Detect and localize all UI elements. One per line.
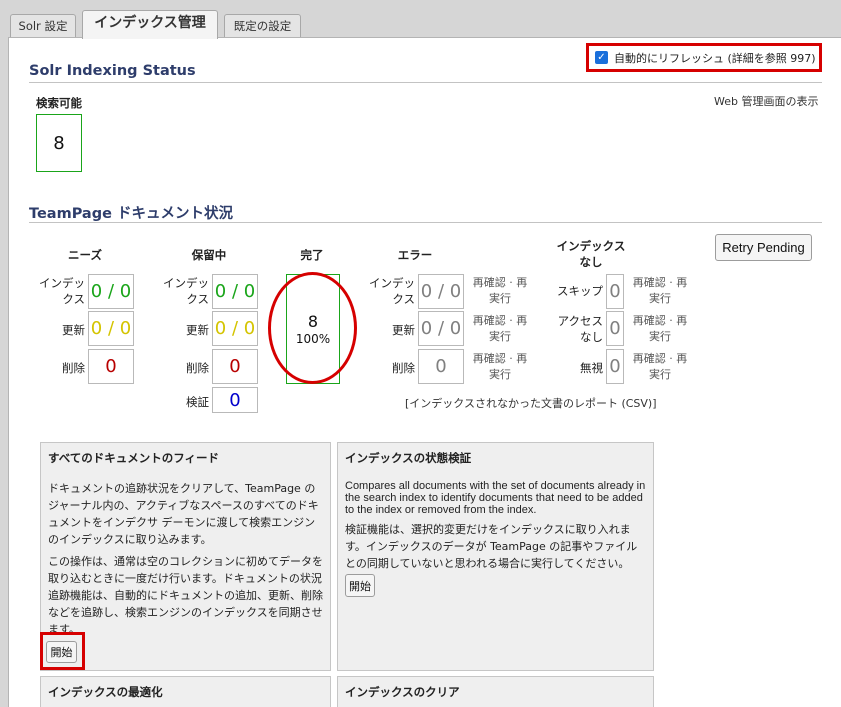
ignore-label: 無視	[580, 361, 603, 375]
done-highlight-circle	[268, 272, 357, 384]
needs-index-label: インデッ クス	[39, 276, 85, 306]
pending-delete-value: 0	[212, 349, 258, 384]
errors-update-action[interactable]: 再確認 · 再 実行	[467, 313, 533, 345]
errors-index-label: インデッ クス	[369, 276, 415, 306]
verify-start-button[interactable]: 開始	[345, 574, 375, 597]
needs-delete-label: 削除	[62, 361, 85, 375]
index-management-panel: ✓ 自動的にリフレッシュ (詳細を参照 997) Solr Indexing S…	[8, 37, 841, 707]
ignore-value: 0	[606, 349, 624, 384]
verify-title: インデックスの状態検証	[345, 451, 472, 465]
divider	[29, 222, 822, 223]
pending-verify-value: 0	[212, 387, 258, 413]
web-admin-link[interactable]: Web 管理画面の表示	[714, 93, 818, 109]
errors-update-label: 更新	[392, 323, 415, 337]
auto-refresh-checkbox[interactable]: ✓	[595, 51, 608, 64]
ignore-action[interactable]: 再確認 · 再 実行	[627, 351, 693, 383]
pending-index-label: インデッ クス	[163, 276, 209, 306]
clear-card: インデックスのクリア	[337, 676, 654, 707]
no-access-label: アクセス なし	[557, 314, 603, 344]
done-header: 完了	[300, 248, 324, 262]
searchable-label: 検索可能	[36, 96, 82, 110]
needs-update-value: 0 / 0	[88, 311, 134, 346]
pending-verify-label: 検証	[186, 395, 209, 409]
needs-index-value: 0 / 0	[88, 274, 134, 309]
feed-all-note: この操作は、通常は空のコレクションに初めてデータを取り込むときに一度だけ行います…	[48, 555, 323, 636]
errors-index-value: 0 / 0	[418, 274, 464, 309]
tab-default-settings[interactable]: 既定の設定	[224, 14, 301, 38]
tab-solr-settings[interactable]: Solr 設定	[10, 14, 76, 38]
skip-value: 0	[606, 274, 624, 309]
pending-update-value: 0 / 0	[212, 311, 258, 346]
needs-header: ニーズ	[68, 248, 102, 262]
errors-delete-label: 削除	[392, 361, 415, 375]
start-button-highlight	[40, 632, 85, 670]
pending-update-label: 更新	[186, 323, 209, 337]
searchable-value: 8	[53, 132, 65, 154]
pending-header: 保留中	[191, 248, 227, 262]
auto-refresh-control[interactable]: ✓ 自動的にリフレッシュ (詳細を参照 997)	[586, 43, 822, 72]
needs-update-label: 更新	[62, 323, 85, 337]
searchable-count: 8	[36, 114, 82, 172]
errors-update-value: 0 / 0	[418, 311, 464, 346]
no-access-value: 0	[606, 311, 624, 346]
optimize-title: インデックスの最適化	[48, 685, 163, 699]
errors-delete-action[interactable]: 再確認 · 再 実行	[467, 351, 533, 383]
pending-index-value: 0 / 0	[212, 274, 258, 309]
divider	[29, 82, 822, 83]
no-access-action[interactable]: 再確認 · 再 実行	[627, 313, 693, 345]
tab-index-management[interactable]: インデックス管理	[82, 10, 218, 39]
not-indexed-header: インデックス なし	[556, 239, 626, 269]
teampage-status-title: TeamPage ドキュメント状況	[29, 206, 233, 222]
errors-delete-value: 0	[418, 349, 464, 384]
pending-delete-label: 削除	[186, 361, 209, 375]
verify-description: Compares all documents with the set of d…	[345, 480, 646, 516]
skip-action[interactable]: 再確認 · 再 実行	[627, 275, 693, 307]
errors-header: エラー	[397, 248, 433, 262]
errors-index-action[interactable]: 再確認 · 再 実行	[467, 275, 533, 307]
csv-report-link[interactable]: [インデックスされなかった文書のレポート (CSV)]	[405, 395, 657, 411]
auto-refresh-label: 自動的にリフレッシュ (詳細を参照 997)	[614, 51, 816, 65]
skip-label: スキップ	[557, 284, 603, 298]
solr-status-title: Solr Indexing Status	[29, 63, 196, 79]
verify-card: インデックスの状態検証 Compares all documents with …	[337, 442, 654, 671]
feed-all-title: すべてのドキュメントのフィード	[48, 451, 220, 465]
clear-title: インデックスのクリア	[345, 685, 460, 699]
needs-delete-value: 0	[88, 349, 134, 384]
feed-all-description: ドキュメントの追跡状況をクリアして、TeamPage のジャーナル内の、アクティ…	[48, 482, 319, 546]
retry-pending-button[interactable]: Retry Pending	[715, 234, 812, 261]
verify-note: 検証機能は、選択的変更だけをインデックスに取り入れます。インデックスのデータが …	[345, 523, 638, 570]
optimize-card: インデックスの最適化	[40, 676, 331, 707]
